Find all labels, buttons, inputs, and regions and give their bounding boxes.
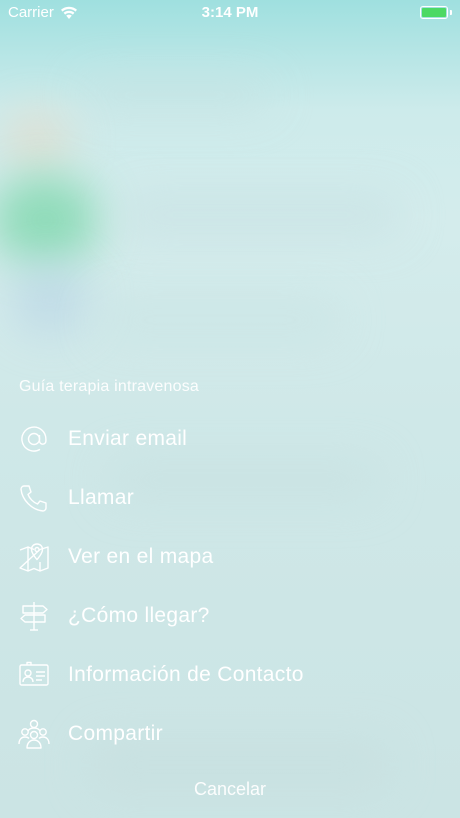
phone-icon xyxy=(17,481,51,515)
clock: 3:14 PM xyxy=(201,4,259,21)
option-contact-info[interactable]: Información de Contacto xyxy=(0,647,460,703)
blurred-shape xyxy=(2,110,72,170)
at-sign-icon xyxy=(17,422,51,456)
option-label: Ver en el mapa xyxy=(68,545,214,568)
option-share[interactable]: Compartir xyxy=(0,706,460,762)
blurred-shape xyxy=(10,265,90,335)
option-label: ¿Cómo llegar? xyxy=(68,604,210,627)
option-label: Llamar xyxy=(68,486,134,509)
option-call[interactable]: Llamar xyxy=(0,470,460,526)
signpost-icon xyxy=(17,599,51,633)
option-label: Compartir xyxy=(68,722,163,745)
battery-tip xyxy=(450,10,452,15)
sheet-title: Guía terapia intravenosa xyxy=(19,378,200,395)
option-directions[interactable]: ¿Cómo llegar? xyxy=(0,588,460,644)
status-bar: Carrier 3:14 PM xyxy=(0,0,460,26)
blurred-shape xyxy=(100,300,340,340)
battery-level xyxy=(422,8,446,17)
battery-icon xyxy=(420,6,448,19)
option-label: Información de Contacto xyxy=(68,663,304,686)
blurred-shape xyxy=(0,175,100,265)
option-send-email[interactable]: Enviar email xyxy=(0,411,460,467)
cancel-button[interactable]: Cancelar xyxy=(0,779,460,805)
option-label: Enviar email xyxy=(68,427,188,450)
map-pin-icon xyxy=(17,540,51,574)
people-icon xyxy=(17,717,51,751)
blurred-shape xyxy=(120,195,400,235)
contact-card-icon xyxy=(17,658,51,692)
blurred-shape xyxy=(80,80,270,110)
option-view-map[interactable]: Ver en el mapa xyxy=(0,529,460,585)
